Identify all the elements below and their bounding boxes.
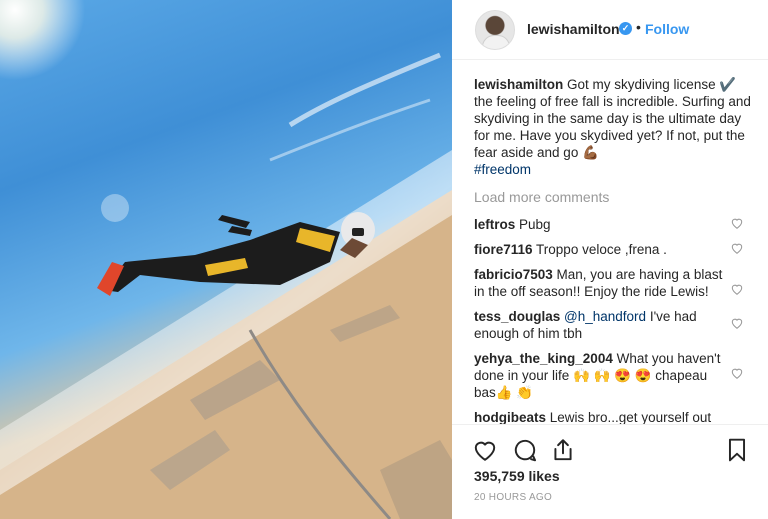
- skydiver-photo-art: [0, 0, 452, 519]
- comment-username[interactable]: tess_douglas: [474, 309, 560, 324]
- comment-username[interactable]: fabricio7503: [474, 267, 553, 282]
- post-photo[interactable]: [0, 0, 452, 519]
- post-actions: 395,759 likes 20 HOURS AGO: [452, 424, 768, 519]
- avatar[interactable]: [475, 10, 515, 50]
- comment-item: hodgibeats Lewis bro...get yourself out: [474, 409, 758, 424]
- comment-username[interactable]: fiore7116: [474, 242, 533, 257]
- bookmark-icon[interactable]: [724, 437, 750, 463]
- post-timestamp: 20 HOURS AGO: [474, 492, 553, 503]
- comments-section[interactable]: lewishamilton Got my skydiving license ✔…: [474, 76, 758, 424]
- comment-like-heart-icon[interactable]: [730, 316, 744, 330]
- post-side-panel: lewishamilton ✓ • Follow lewishamilton G…: [452, 0, 768, 519]
- comment-mention-link[interactable]: @h_handford: [560, 309, 646, 324]
- comment-text: Pubg: [515, 217, 551, 232]
- comment-item: leftros Pubg: [474, 216, 758, 233]
- comment-item: yehya_the_king_2004 What you haven't don…: [474, 350, 758, 401]
- comment-like-heart-icon[interactable]: [730, 216, 744, 230]
- load-more-comments-button[interactable]: Load more comments: [474, 189, 758, 206]
- hashtag-link[interactable]: #freedom: [474, 162, 531, 177]
- comment-icon[interactable]: [512, 437, 538, 463]
- comment-like-heart-icon[interactable]: [730, 366, 744, 380]
- comment-like-heart-icon[interactable]: [730, 241, 744, 255]
- likes-count[interactable]: 395,759 likes: [474, 468, 560, 484]
- comment-item: fiore7116 Troppo veloce ,frena .: [474, 241, 758, 258]
- header-separator: •: [636, 19, 641, 35]
- comment-item: tess_douglas @h_handford I've had enough…: [474, 308, 758, 342]
- post-caption: lewishamilton Got my skydiving license ✔…: [474, 76, 758, 178]
- verified-badge-icon: ✓: [619, 22, 632, 35]
- post-header: lewishamilton ✓ • Follow: [452, 0, 768, 60]
- comment-like-heart-icon[interactable]: [730, 282, 744, 296]
- comment-text: Troppo veloce ,frena .: [532, 242, 667, 257]
- share-icon[interactable]: [550, 437, 576, 463]
- heart-icon[interactable]: [472, 437, 498, 463]
- comment-text: Lewis bro...get yourself out: [546, 410, 712, 424]
- comment-item: fabricio7503 Man, you are having a blast…: [474, 266, 758, 300]
- comment-username[interactable]: hodgibeats: [474, 410, 546, 424]
- comment-username[interactable]: leftros: [474, 217, 515, 232]
- comment-username[interactable]: yehya_the_king_2004: [474, 351, 613, 366]
- header-username[interactable]: lewishamilton: [527, 21, 620, 37]
- follow-button[interactable]: Follow: [645, 21, 689, 37]
- caption-username[interactable]: lewishamilton: [474, 77, 563, 92]
